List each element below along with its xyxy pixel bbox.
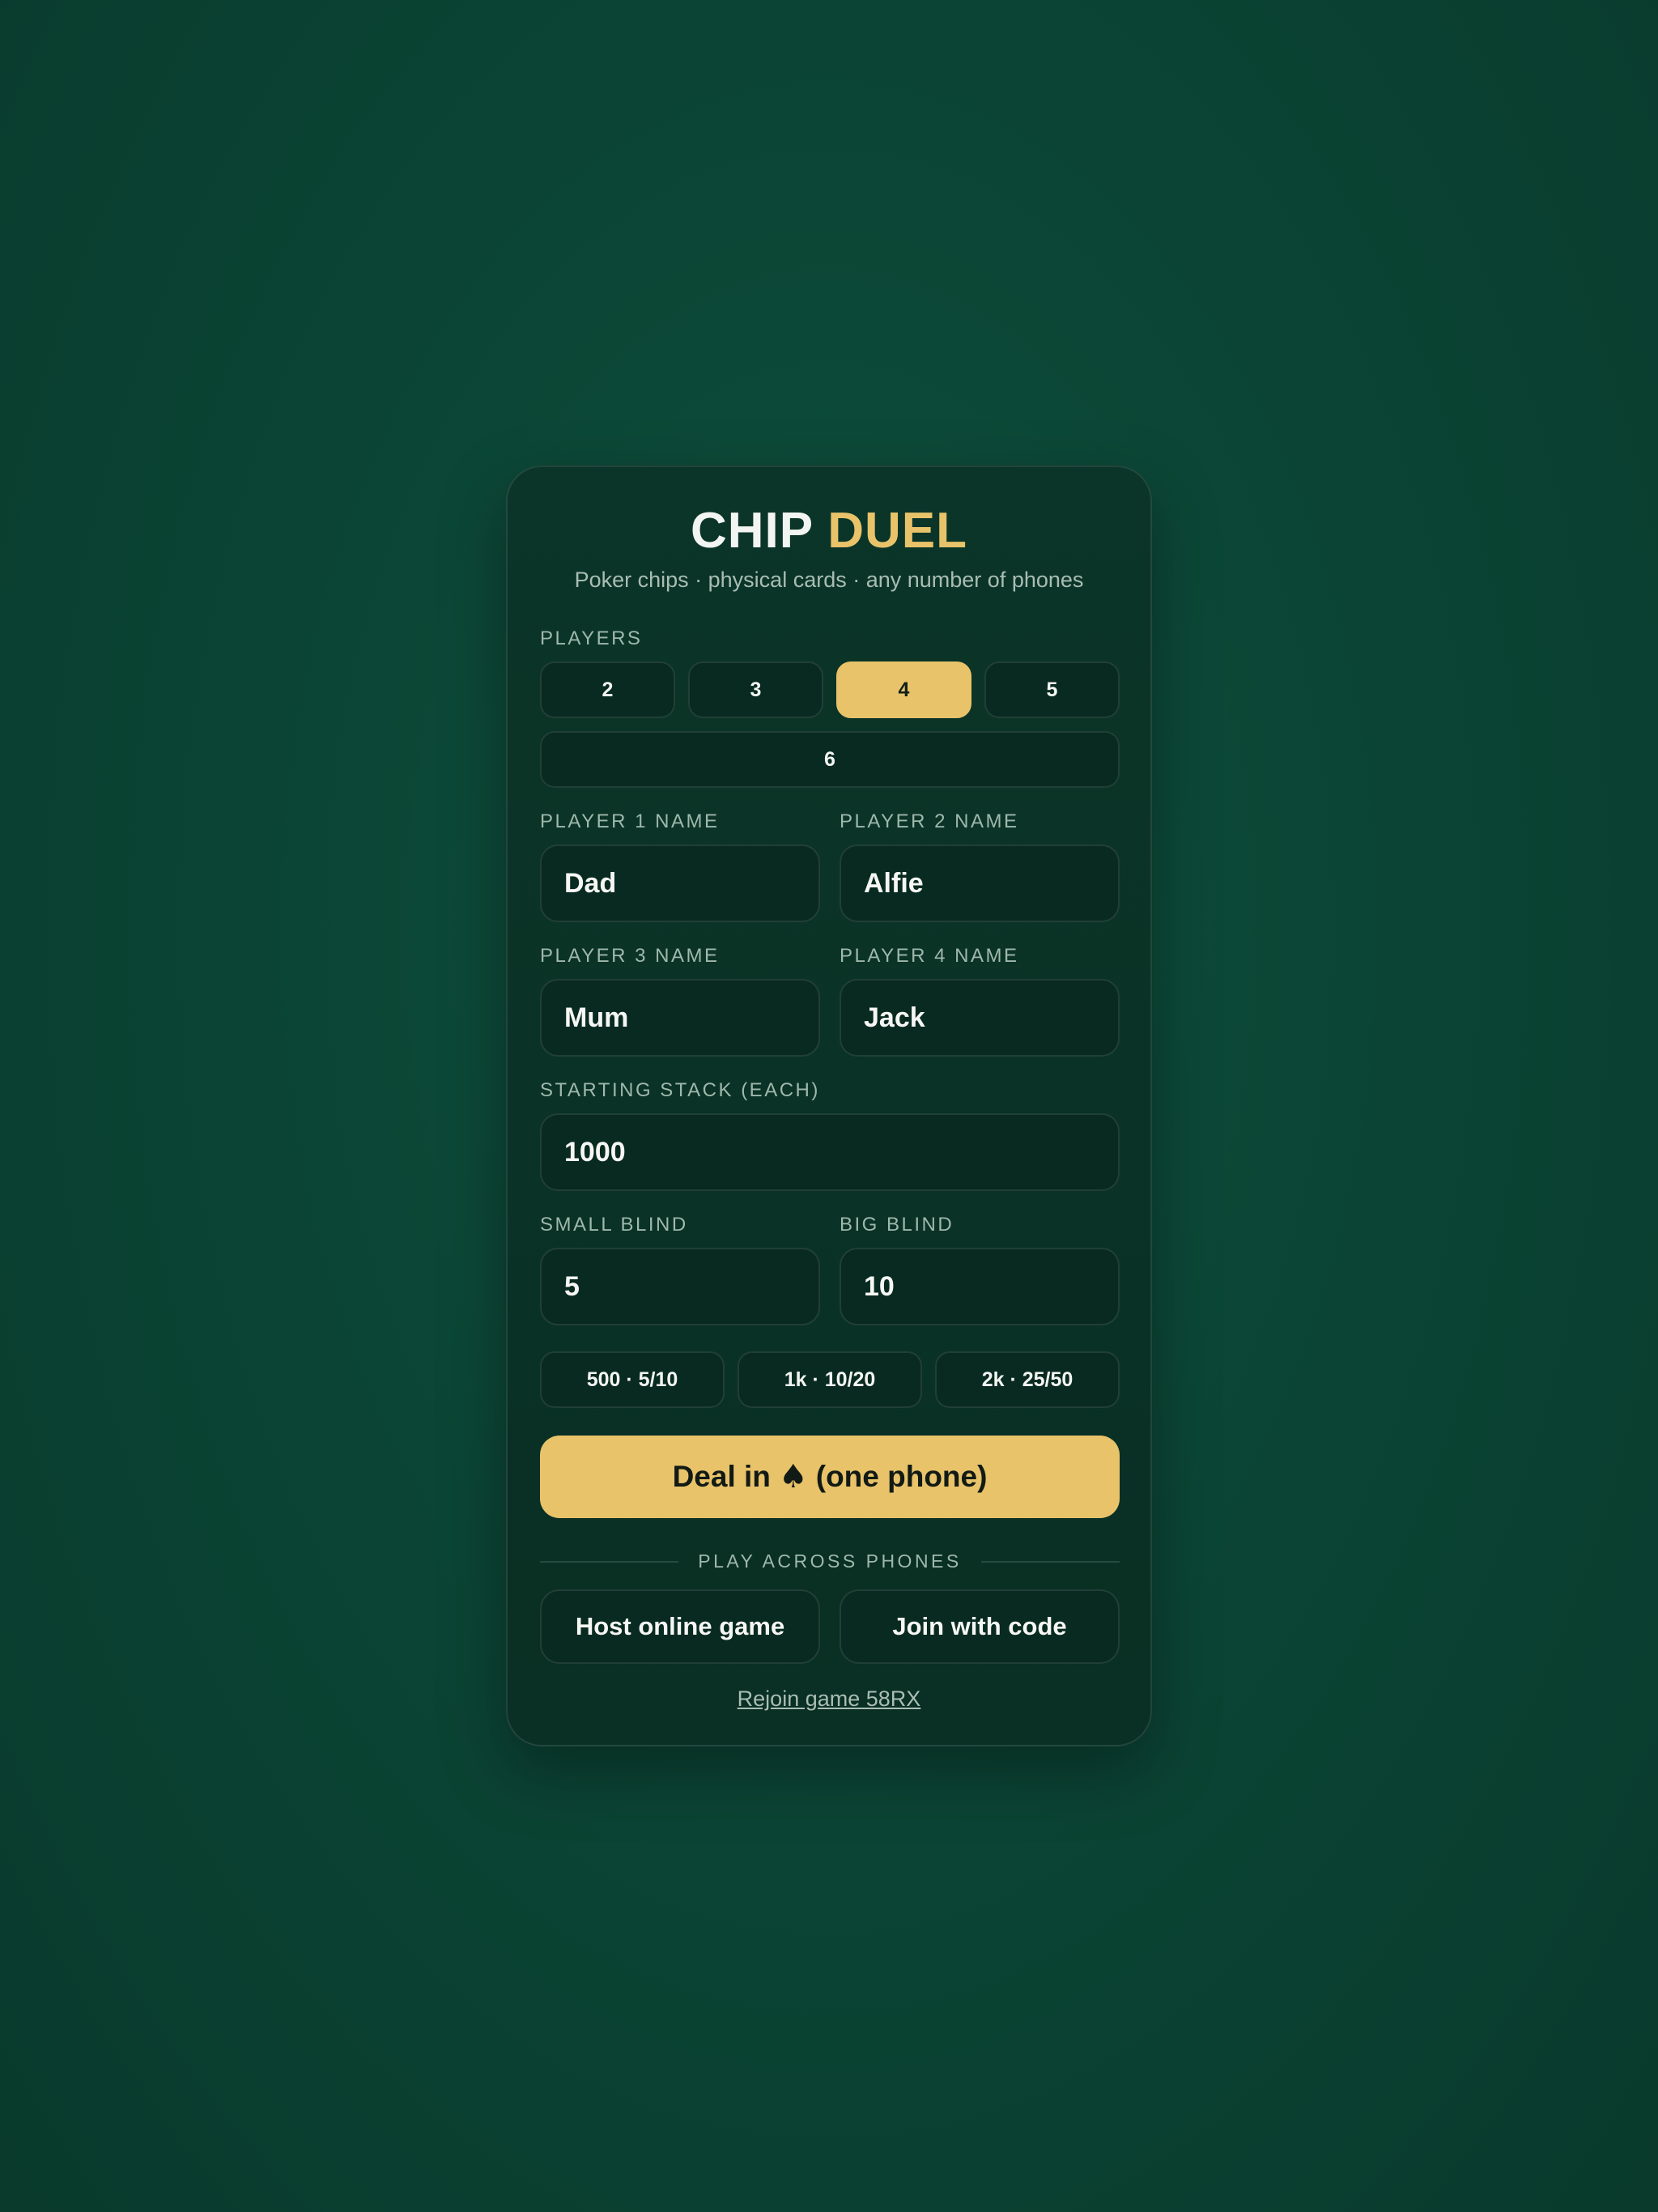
starting-stack-field[interactable] <box>540 1113 1120 1191</box>
starting-stack-label: STARTING STACK (EACH) <box>540 1079 820 1101</box>
preset-500-button[interactable]: 500 · 5/10 <box>540 1351 725 1408</box>
player-1-name-input[interactable] <box>564 867 796 900</box>
big-blind-field[interactable] <box>840 1248 1120 1325</box>
preset-1k-button[interactable]: 1k · 10/20 <box>738 1351 922 1408</box>
rejoin-game-link[interactable]: Rejoin game 58RX <box>508 1687 1150 1712</box>
players-option-2[interactable]: 2 <box>540 661 675 718</box>
preset-2k-button[interactable]: 2k · 25/50 <box>935 1351 1120 1408</box>
player-3-name-label: PLAYER 3 NAME <box>540 945 720 967</box>
app-title-part2: DUEL <box>827 503 968 559</box>
starting-stack-input[interactable] <box>564 1136 1095 1168</box>
app-title-part1: CHIP <box>690 503 813 559</box>
spade-icon: ♠ <box>778 1458 808 1495</box>
players-option-5[interactable]: 5 <box>984 661 1120 718</box>
player-1-name-field[interactable] <box>540 844 820 922</box>
player-2-name-label: PLAYER 2 NAME <box>840 810 1019 832</box>
big-blind-label: BIG BLIND <box>840 1214 954 1236</box>
join-with-code-button[interactable]: Join with code <box>840 1589 1120 1664</box>
host-online-game-button[interactable]: Host online game <box>540 1589 820 1664</box>
players-label: PLAYERS <box>540 627 643 649</box>
player-4-name-field[interactable] <box>840 979 1120 1057</box>
player-4-name-label: PLAYER 4 NAME <box>840 945 1019 967</box>
players-option-6[interactable]: 6 <box>540 731 1120 788</box>
app-subtitle: Poker chips · physical cards · any numbe… <box>574 568 1084 592</box>
setup-card: CHIP DUEL Poker chips · physical cards ·… <box>506 466 1152 1746</box>
player-2-name-field[interactable] <box>840 844 1120 922</box>
players-option-4[interactable]: 4 <box>836 661 971 718</box>
play-across-phones-divider: PLAY ACROSS PHONES <box>540 1551 1120 1572</box>
deal-in-mode-label: (one phone) <box>815 1460 988 1493</box>
player-3-name-field[interactable] <box>540 979 820 1057</box>
small-blind-input[interactable] <box>564 1270 796 1303</box>
divider-line-left <box>540 1560 679 1563</box>
player-2-name-input[interactable] <box>864 867 1095 900</box>
players-option-3[interactable]: 3 <box>688 661 823 718</box>
player-3-name-input[interactable] <box>564 1002 796 1034</box>
small-blind-label: SMALL BLIND <box>540 1214 688 1236</box>
big-blind-input[interactable] <box>864 1270 1095 1303</box>
divider-label: PLAY ACROSS PHONES <box>698 1551 962 1572</box>
divider-line-right <box>980 1560 1120 1563</box>
player-1-name-label: PLAYER 1 NAME <box>540 810 720 832</box>
app-title: CHIP DUEL <box>508 506 1150 556</box>
player-4-name-input[interactable] <box>864 1002 1095 1034</box>
deal-in-button[interactable]: Deal in ♠ (one phone) <box>540 1436 1120 1518</box>
small-blind-field[interactable] <box>540 1248 820 1325</box>
deal-in-label: Deal in <box>672 1460 771 1493</box>
